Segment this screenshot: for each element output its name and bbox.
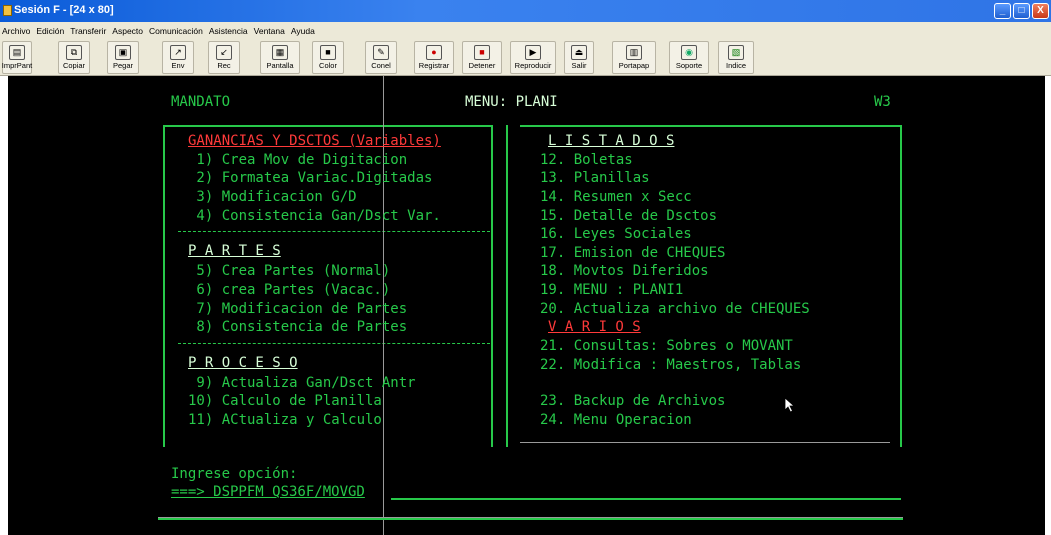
index-icon: ▧ bbox=[728, 45, 744, 60]
env-button[interactable]: ↗ Env bbox=[162, 41, 194, 74]
menu-option-18[interactable]: 18. Movtos Diferidos bbox=[540, 262, 709, 280]
menu-option-14[interactable]: 14. Resumen x Secc bbox=[540, 188, 692, 206]
section-title-listados: L I S T A D O S bbox=[548, 133, 675, 149]
menu-option-24[interactable]: 24. Menu Operacion bbox=[540, 411, 692, 429]
right-panel-left-border bbox=[506, 125, 508, 447]
menu-option-3[interactable]: 3) Modificacion G/D bbox=[188, 188, 356, 206]
section-title-proceso: P R O C E S O bbox=[188, 355, 298, 371]
title-bar: Sesión F - [24 x 80] _ □ X bbox=[0, 0, 1051, 22]
maximize-button[interactable]: □ bbox=[1013, 3, 1030, 19]
menu-option-17[interactable]: 17. Emision de CHEQUES bbox=[540, 244, 725, 262]
menu-option-11[interactable]: 11) ACtualiza y Calculo bbox=[188, 411, 382, 429]
menu-option-10[interactable]: 10) Calculo de Planilla bbox=[188, 392, 382, 410]
menu-option-4[interactable]: 4) Consistencia Gan/Dsct Var. bbox=[188, 207, 440, 225]
portapap-button[interactable]: ▥ Portapap bbox=[612, 41, 656, 74]
mouse-cursor-icon bbox=[784, 397, 796, 413]
print-icon: ▤ bbox=[9, 45, 25, 60]
menu-bar: Archivo Edición Transferir Aspecto Comun… bbox=[0, 22, 1051, 39]
menu-transferir[interactable]: Transferir bbox=[70, 26, 106, 36]
right-panel-top-border bbox=[520, 125, 902, 127]
menu-option-15[interactable]: 15. Detalle de Dsctos bbox=[540, 207, 717, 225]
copiar-button[interactable]: ⧉ Copiar bbox=[58, 41, 90, 74]
reproducir-button[interactable]: ▶ Reproducir bbox=[510, 41, 556, 74]
color-button[interactable]: ■ Color bbox=[312, 41, 344, 74]
pegar-button[interactable]: ▣ Pegar bbox=[107, 41, 139, 74]
menu-option-16[interactable]: 16. Leyes Sociales bbox=[540, 225, 692, 243]
left-panel-left-border bbox=[163, 125, 165, 447]
menu-ayuda[interactable]: Ayuda bbox=[291, 26, 315, 36]
imprpant-button[interactable]: ▤ ImprPant bbox=[2, 41, 32, 74]
conel-button[interactable]: ✎ Conel bbox=[365, 41, 397, 74]
pantalla-button[interactable]: ▦ Pantalla bbox=[260, 41, 300, 74]
section-title-ganancias: GANANCIAS Y DSCTOS (Variables) bbox=[188, 133, 441, 149]
menu-option-23[interactable]: 23. Backup de Archivos bbox=[540, 392, 725, 410]
connect-icon: ✎ bbox=[373, 45, 389, 60]
indice-button[interactable]: ▧ Indice bbox=[718, 41, 754, 74]
right-panel-bottom-border bbox=[520, 442, 890, 443]
menu-option-2[interactable]: 2) Formatea Variac.Digitadas bbox=[188, 169, 432, 187]
color-icon: ■ bbox=[320, 45, 336, 60]
clipboard-icon: ▥ bbox=[626, 45, 642, 60]
menu-option-5[interactable]: 5) Crea Partes (Normal) bbox=[188, 262, 390, 280]
close-button[interactable]: X bbox=[1032, 3, 1049, 19]
detener-button[interactable]: ■ Detener bbox=[462, 41, 502, 74]
menu-option-1[interactable]: 1) Crea Mov de Digitacion bbox=[188, 151, 407, 169]
command-input[interactable]: ===> DSPPFM QS36F/MOVGD bbox=[171, 483, 365, 501]
left-panel-top-border bbox=[163, 125, 493, 127]
toolbar: ▤ ImprPant ⧉ Copiar ▣ Pegar ↗ Env ↙ Rec ▦ Pant… bbox=[0, 39, 1051, 76]
menu-option-13[interactable]: 13. Planillas bbox=[540, 169, 650, 187]
record-icon: ● bbox=[426, 45, 442, 60]
section-divider bbox=[178, 343, 490, 344]
exit-icon: ⏏ bbox=[571, 45, 587, 60]
paste-icon: ▣ bbox=[115, 45, 131, 60]
globe-icon: ◉ bbox=[681, 45, 697, 60]
menu-asistencia[interactable]: Asistencia bbox=[209, 26, 248, 36]
prompt-label: Ingrese opción: bbox=[171, 466, 298, 482]
menu-aspecto[interactable]: Aspecto bbox=[112, 26, 143, 36]
menu-archivo[interactable]: Archivo bbox=[2, 26, 30, 36]
menu-option-21[interactable]: 21. Consultas: Sobres o MOVANT bbox=[540, 337, 793, 355]
menu-edicion[interactable]: Edición bbox=[36, 26, 64, 36]
minimize-button[interactable]: _ bbox=[994, 3, 1011, 19]
salir-button[interactable]: ⏏ Salir bbox=[564, 41, 594, 74]
section-divider bbox=[178, 231, 490, 232]
registrar-button[interactable]: ● Registrar bbox=[414, 41, 454, 74]
menu-option-19[interactable]: 19. MENU : PLANI1 bbox=[540, 281, 683, 299]
screen-bottom-line bbox=[158, 518, 903, 520]
play-icon: ▶ bbox=[525, 45, 541, 60]
app-icon bbox=[3, 5, 12, 16]
menu-option-20[interactable]: 20. Actualiza archivo de CHEQUES bbox=[540, 300, 810, 318]
menu-option-9[interactable]: 9) Actualiza Gan/Dsct Antr bbox=[188, 374, 415, 392]
stop-icon: ■ bbox=[474, 45, 490, 60]
screen-icon: ▦ bbox=[272, 45, 288, 60]
soporte-button[interactable]: ◉ Soporte bbox=[669, 41, 709, 74]
menu-comunicacion[interactable]: Comunicación bbox=[149, 26, 203, 36]
input-field-underline bbox=[391, 498, 901, 500]
menu-option-22[interactable]: 22. Modifica : Maestros, Tablas bbox=[540, 356, 801, 374]
send-icon: ↗ bbox=[170, 45, 186, 60]
workstation-id: W3 bbox=[874, 94, 891, 110]
program-name: MANDATO bbox=[171, 94, 231, 110]
menu-option-12[interactable]: 12. Boletas bbox=[540, 151, 633, 169]
menu-option-7[interactable]: 7) Modificacion de Partes bbox=[188, 300, 407, 318]
menu-option-6[interactable]: 6) crea Partes (Vacac.) bbox=[188, 281, 390, 299]
window-title: Sesión F - [24 x 80] bbox=[14, 4, 114, 16]
menu-option-8[interactable]: 8) Consistencia de Partes bbox=[188, 318, 407, 336]
receive-icon: ↙ bbox=[216, 45, 232, 60]
rec-button[interactable]: ↙ Rec bbox=[208, 41, 240, 74]
section-title-partes: P A R T E S bbox=[188, 243, 281, 259]
right-panel-right-border bbox=[900, 125, 902, 447]
copy-icon: ⧉ bbox=[66, 45, 82, 60]
menu-title: MENU: PLANI bbox=[465, 94, 558, 110]
menu-ventana[interactable]: Ventana bbox=[254, 26, 285, 36]
left-panel-right-border bbox=[491, 125, 493, 447]
terminal-screen[interactable]: MANDATO MENU: PLANI W3 GANANCIAS Y DSCTO… bbox=[8, 76, 1045, 535]
section-title-varios: V A R I O S bbox=[548, 319, 641, 335]
